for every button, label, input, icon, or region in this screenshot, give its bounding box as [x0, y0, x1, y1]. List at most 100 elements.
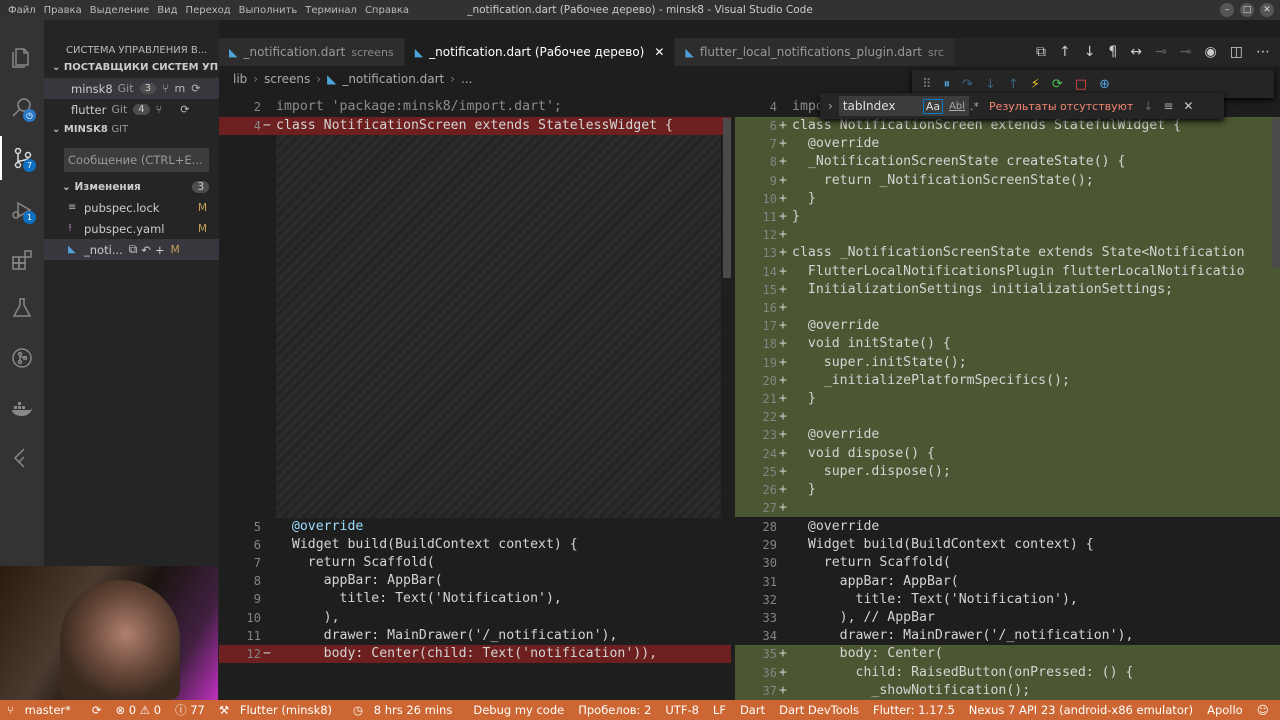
testing-icon[interactable] — [0, 286, 44, 330]
extensions-icon[interactable] — [0, 238, 44, 282]
menu-help[interactable]: Справка — [361, 5, 413, 16]
next-change-icon[interactable]: ⊸ — [1180, 44, 1192, 60]
inline-diff-icon[interactable]: ↔ — [1130, 44, 1142, 60]
sync-icon[interactable]: ⟳ — [180, 103, 189, 116]
changed-file[interactable]: ! pubspec.yaml M — [44, 218, 219, 239]
open-file-icon[interactable]: ⧉ — [1036, 44, 1046, 60]
language-status[interactable]: Dart — [733, 703, 772, 717]
step-out-icon[interactable]: ↑ — [1008, 77, 1019, 92]
flutter-icon[interactable] — [0, 436, 44, 480]
provider-minsk8[interactable]: minsk8 Git 3 ⑂ m ⟳ — [44, 78, 219, 99]
step-into-icon[interactable]: ↓ — [985, 77, 996, 92]
arrow-down-icon[interactable]: ↓ — [1143, 99, 1153, 113]
line-number: 29 — [762, 538, 777, 553]
providers-section[interactable]: ⌄ ПОСТАВЩИКИ СИСТЕМ УП... — [44, 58, 219, 78]
step-over-icon[interactable]: ↷ — [962, 77, 973, 92]
restart-icon[interactable]: ⟳ — [1052, 77, 1063, 92]
drag-handle-icon[interactable]: ⠿ — [922, 77, 932, 92]
match-case-toggle[interactable]: Aa — [922, 98, 944, 114]
plus-icon: + — [779, 136, 787, 152]
sync-icon[interactable]: ⟳ — [191, 82, 200, 95]
more-actions-icon[interactable]: ⋯ — [1256, 44, 1270, 60]
encoding-status[interactable]: UTF-8 — [658, 703, 706, 717]
split-editor-icon[interactable]: ◫ — [1230, 44, 1243, 60]
file-status: M — [170, 243, 180, 256]
title-bar: Файл Правка Выделение Вид Переход Выполн… — [0, 0, 1280, 20]
changed-file[interactable]: ◣ _noti... ⧉ ↶ + M — [44, 239, 219, 260]
branch-icon[interactable]: ⑂ — [156, 103, 163, 116]
pause-icon[interactable]: ⏸ — [944, 77, 951, 92]
menu-view[interactable]: Вид — [153, 5, 181, 16]
tab-notification-working-tree[interactable]: ◣ _notification.dart (Рабочее дерево) ✕ — [404, 38, 676, 66]
commit-message-input[interactable]: Сообщение (CTRL+E... — [64, 148, 209, 172]
plus-icon: + — [779, 646, 787, 662]
problems-status[interactable]: ⊗ 0 ⚠ 0 — [109, 703, 169, 717]
devtools-status[interactable]: Dart DevTools — [772, 703, 866, 717]
menu-edit[interactable]: Правка — [40, 5, 86, 16]
whitespace-icon[interactable]: ¶ — [1108, 44, 1117, 60]
menu-selection[interactable]: Выделение — [86, 5, 154, 16]
debug-icon[interactable]: 1 — [0, 188, 44, 232]
changed-file[interactable]: ≡ pubspec.lock M — [44, 197, 219, 218]
hot-reload-icon[interactable]: ⚡ — [1031, 77, 1040, 92]
left-scrollbar[interactable] — [723, 118, 731, 278]
left-diff-pane[interactable]: 2 import 'package:minsk8/import.dart'; 4−… — [219, 98, 731, 700]
bell-icon[interactable]: 🔔︎ — [1276, 703, 1280, 717]
code-line-added: 16 + — [735, 299, 1280, 318]
stage-icon[interactable]: + — [155, 243, 165, 257]
source-control-icon[interactable]: 7 — [0, 136, 44, 180]
breadcrumb-item[interactable]: ... — [461, 72, 472, 86]
regex-icon[interactable]: .* — [970, 100, 979, 113]
apollo-status[interactable]: Apollo — [1200, 703, 1250, 717]
code-line-added: 17 + @override — [735, 317, 1280, 336]
code-text: class NotificationScreen extends Statele… — [276, 118, 673, 133]
breadcrumb-item[interactable]: screens — [264, 72, 310, 86]
indent-status[interactable]: Пробелов: 2 — [571, 703, 658, 717]
stop-icon[interactable]: □ — [1075, 77, 1087, 92]
arrow-up-icon[interactable]: ↑ — [1059, 44, 1071, 60]
menu-file[interactable]: Файл — [4, 5, 40, 16]
changes-group[interactable]: ⌄ Изменения 3 — [44, 176, 219, 197]
git-lens-icon[interactable]: ◉ — [1205, 44, 1217, 60]
tab-flutter-plugin[interactable]: ◣ flutter_local_notifications_plugin.dart… — [675, 38, 956, 66]
plus-icon: + — [779, 354, 787, 370]
chevron-right-icon[interactable]: › — [828, 99, 833, 113]
open-file-icon[interactable]: ⧉ — [129, 242, 138, 257]
info-status[interactable]: ⓘ 77 — [168, 702, 212, 718]
menu-terminal[interactable]: Терминал — [301, 5, 361, 16]
flutter-status[interactable]: ⚒ Flutter (minsk8) — [212, 703, 346, 717]
time-status[interactable]: ◷ 8 hrs 26 mins — [346, 703, 466, 717]
sync-status[interactable]: ⟳ — [85, 703, 109, 717]
flutter-version-status[interactable]: Flutter: 1.17.5 — [866, 703, 962, 717]
repo-section[interactable]: ⌄ MINSK8 GIT — [44, 120, 219, 140]
explorer-icon[interactable] — [0, 36, 44, 80]
minimize-icon[interactable]: – — [1220, 3, 1234, 17]
breadcrumb-item[interactable]: _notification.dart — [342, 72, 444, 86]
maximize-icon[interactable]: □ — [1240, 3, 1254, 17]
eol-status[interactable]: LF — [706, 703, 733, 717]
branch-icon[interactable]: ⑂ — [162, 82, 169, 95]
debug-status[interactable]: Debug my code — [466, 703, 571, 717]
selection-icon[interactable]: ≡ — [1163, 99, 1173, 113]
branch-status[interactable]: ⑂ master* — [0, 703, 85, 717]
inspect-icon[interactable]: ⊕ — [1099, 77, 1110, 92]
breadcrumb-item[interactable]: lib — [233, 72, 247, 86]
git-graph-icon[interactable] — [0, 336, 44, 380]
close-icon[interactable]: ✕ — [654, 45, 664, 59]
device-status[interactable]: Nexus 7 API 23 (android-x86 emulator) — [962, 703, 1200, 717]
search-icon[interactable]: ◷ — [0, 86, 44, 130]
close-icon[interactable]: ✕ — [1260, 3, 1274, 17]
docker-icon[interactable] — [0, 386, 44, 430]
discard-icon[interactable]: ↶ — [141, 243, 151, 257]
menu-run[interactable]: Выполнить — [235, 5, 302, 16]
right-diff-pane[interactable]: 4import 'package:minsk8/import.dart';6+c… — [735, 98, 1280, 700]
provider-flutter[interactable]: flutter Git 4 ⑂ ⟳ — [44, 99, 219, 120]
tab-notification-screens[interactable]: ◣ _notification.dart screens — [219, 38, 405, 66]
menu-go[interactable]: Переход — [182, 5, 235, 16]
close-icon[interactable]: ✕ — [1183, 99, 1193, 113]
whole-word-toggle[interactable]: Abl — [949, 101, 965, 112]
arrow-down-icon[interactable]: ↓ — [1084, 44, 1096, 60]
right-scrollbar[interactable] — [1272, 118, 1280, 268]
prev-change-icon[interactable]: ⊸ — [1155, 44, 1167, 60]
feedback-icon[interactable]: ☺ — [1250, 703, 1276, 717]
